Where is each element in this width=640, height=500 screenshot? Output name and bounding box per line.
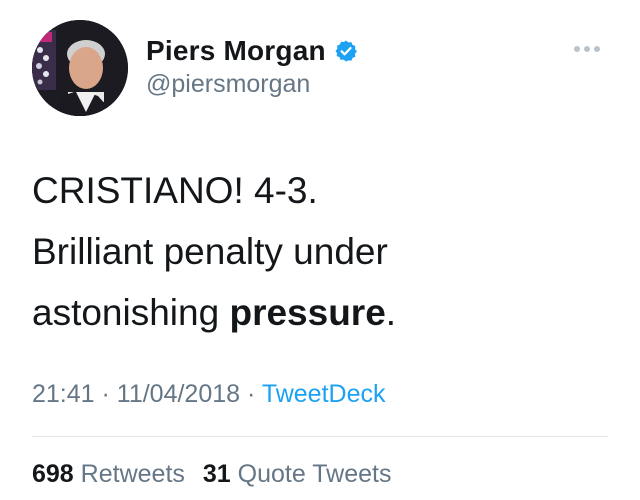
tweet-date[interactable]: 11/04/2018: [117, 380, 240, 408]
divider: [32, 436, 608, 437]
meta-separator: ·: [240, 380, 262, 408]
avatar[interactable]: [32, 20, 128, 116]
tweet-line-3-prefix: astonishing: [32, 292, 230, 333]
verified-badge-icon: [334, 39, 358, 63]
tweet-stats: 698 Retweets 31 Quote Tweets: [32, 460, 391, 489]
more-options-icon[interactable]: [574, 46, 600, 52]
tweet-line-3-suffix: .: [385, 292, 397, 333]
retweets-label: Retweets: [80, 460, 185, 488]
quote-tweets-stat[interactable]: 31 Quote Tweets: [203, 460, 392, 488]
author-handle[interactable]: @piersmorgan: [146, 70, 310, 99]
tweet-line-3: astonishing pressure.: [32, 282, 612, 343]
tweet-text: CRISTIANO! 4-3. Brilliant penalty under …: [32, 160, 612, 343]
tweet-bold-word: pressure: [229, 292, 386, 333]
more-dot: [584, 46, 590, 52]
tweet-time[interactable]: 21:41: [32, 380, 95, 408]
tweet-line-2: Brilliant penalty under: [32, 231, 388, 272]
retweets-stat[interactable]: 698 Retweets: [32, 460, 185, 488]
more-dot: [574, 46, 580, 52]
quote-tweets-count: 31: [202, 460, 231, 488]
avatar-image: [32, 20, 128, 116]
tweet-line-1: CRISTIANO! 4-3.: [32, 170, 318, 211]
author-display-name[interactable]: Piers Morgan: [146, 35, 326, 67]
meta-separator: ·: [94, 380, 117, 408]
tweet-source-link[interactable]: TweetDeck: [262, 380, 386, 408]
retweets-count: 698: [32, 460, 74, 488]
author-name-row[interactable]: Piers Morgan: [146, 34, 358, 68]
more-dot: [594, 46, 600, 52]
quote-tweets-label: Quote Tweets: [237, 460, 392, 488]
tweet-meta: 21:41 · 11/04/2018 · TweetDeck: [32, 380, 386, 409]
tweet-card: Piers Morgan @piersmorgan CRISTIANO! 4-3…: [0, 0, 640, 500]
